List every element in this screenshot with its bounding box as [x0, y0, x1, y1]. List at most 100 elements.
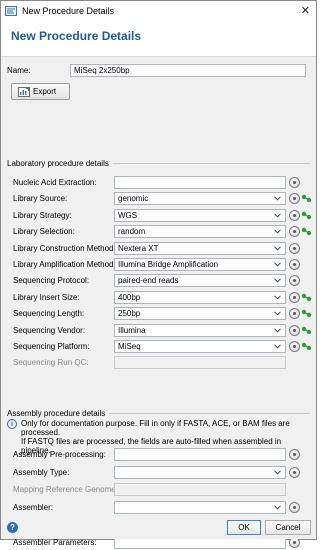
lab-field-value: random [118, 227, 146, 237]
lab-field-value: 250bp [118, 309, 141, 319]
ontology-link-icon[interactable] [301, 210, 312, 221]
title-bar: New Procedure Details ✕ [1, 1, 316, 21]
dot-icon [293, 470, 296, 474]
chevron-down-icon[interactable] [272, 292, 282, 302]
chevron-down-icon[interactable] [272, 276, 282, 286]
ontology-link-icon[interactable] [301, 193, 312, 204]
assembly-field-label: Mapping Reference Genome: [13, 485, 118, 495]
dot-icon [293, 263, 296, 266]
field-action-icon[interactable] [289, 466, 300, 478]
lab-field-dropdown[interactable]: Illumina Bridge Amplification [114, 258, 286, 271]
chevron-down-icon[interactable] [272, 194, 282, 204]
field-action-icon[interactable] [289, 209, 300, 221]
ontology-link-icon[interactable] [301, 226, 312, 237]
field-action-icon[interactable] [289, 177, 300, 188]
assembly-field-dropdown[interactable] [114, 500, 286, 514]
lab-field-value: MiSeq [118, 342, 141, 351]
ontology-link-icon[interactable] [301, 325, 312, 336]
lab-field-dropdown[interactable]: Illumina [114, 323, 286, 337]
dialog-header: New Procedure Details [1, 21, 316, 57]
ontology-link-icon[interactable] [301, 292, 312, 303]
chevron-down-icon[interactable] [272, 502, 282, 512]
lab-field-dropdown[interactable]: WGS [114, 208, 286, 222]
assembly-field-input[interactable] [114, 448, 286, 461]
field-action-icon[interactable] [289, 449, 300, 460]
lab-field-value: WGS [118, 210, 138, 220]
help-icon[interactable]: ? [7, 522, 18, 533]
field-action-icon[interactable] [289, 308, 300, 320]
field-action-icon[interactable] [289, 324, 300, 336]
lab-field-label: Sequencing Protocol: [13, 276, 90, 286]
lab-field-label: Sequencing Length: [13, 309, 85, 319]
field-action-icon[interactable] [289, 193, 300, 205]
lab-field-row: Library Insert Size: 400bp [1, 290, 318, 305]
lab-field-dropdown[interactable]: paired-end reads [114, 274, 286, 288]
page-title: New Procedure Details [11, 29, 142, 43]
field-action-icon[interactable] [289, 242, 300, 254]
name-label: Name: [7, 65, 31, 75]
lab-field-label: Sequencing Run QC: [13, 358, 89, 368]
lab-field-row: Library Construction Method: Nextera XT [1, 241, 318, 256]
chevron-down-icon[interactable] [272, 325, 282, 335]
assembly-field-label: Assembler: [13, 502, 54, 512]
lab-field-dropdown[interactable]: 250bp [114, 307, 286, 321]
dot-icon [293, 181, 296, 184]
dot-icon [293, 197, 296, 201]
lab-field-row: Sequencing Run QC: [1, 356, 318, 370]
assembly-field-label: Assembly Pre-processing: [13, 450, 106, 459]
assembly-field-row: Assembler: [1, 500, 318, 515]
lab-field-value: Illumina [118, 325, 146, 335]
dot-icon [293, 328, 296, 332]
lab-field-value: genomic [118, 194, 149, 204]
chevron-down-icon[interactable] [272, 227, 282, 237]
close-icon[interactable]: ✕ [301, 4, 310, 17]
assembly-field-row: Mapping Reference Genome: [1, 483, 318, 497]
chevron-down-icon[interactable] [272, 260, 282, 270]
dot-icon [293, 295, 296, 299]
lab-section-title: Laboratory procedure details [7, 159, 109, 168]
name-row: Name: MiSeq 2x250bp [7, 63, 310, 77]
chevron-down-icon[interactable] [272, 243, 282, 253]
lab-field-input[interactable] [114, 176, 286, 189]
lab-field-input [114, 356, 286, 370]
ok-button[interactable]: OK [227, 520, 261, 535]
field-action-icon[interactable] [289, 259, 300, 270]
lab-field-row: Library Amplification Method: Illumina Br… [1, 258, 318, 272]
dot-icon [293, 312, 296, 316]
lab-field-label: Library Strategy: [13, 210, 72, 220]
assembly-field-input [114, 483, 286, 497]
lab-field-value: Nextera XT [118, 243, 159, 253]
lab-field-dropdown[interactable]: Nextera XT [114, 241, 286, 255]
ontology-link-icon[interactable] [301, 341, 312, 352]
lab-section-header: Laboratory procedure details [7, 159, 310, 168]
dot-icon [293, 453, 296, 456]
cancel-button[interactable]: Cancel [265, 520, 311, 535]
ontology-link-icon[interactable] [301, 308, 312, 319]
field-action-icon[interactable] [289, 341, 300, 352]
field-action-icon[interactable] [289, 501, 300, 513]
chevron-down-icon[interactable] [272, 342, 282, 352]
field-action-icon[interactable] [289, 226, 300, 238]
lab-field-dropdown[interactable]: genomic [114, 192, 286, 206]
lab-field-dropdown[interactable]: MiSeq [114, 340, 286, 353]
name-input[interactable]: MiSeq 2x250bp [70, 63, 306, 77]
lab-field-row: Sequencing Protocol: paired-end reads [1, 274, 318, 288]
lab-field-value: paired-end reads [118, 276, 179, 286]
dialog-body: Name: MiSeq 2x250bp Export Laboratory pr… [1, 57, 318, 549]
lab-field-label: Library Construction Method: [13, 243, 116, 253]
lab-field-dropdown[interactable]: 400bp [114, 290, 286, 304]
assembly-field-dropdown[interactable] [114, 465, 286, 479]
lab-field-dropdown[interactable]: random [114, 225, 286, 239]
chevron-down-icon[interactable] [272, 467, 282, 477]
chevron-down-icon[interactable] [272, 210, 282, 220]
assembly-field-row: Assembly Pre-processing: [1, 448, 318, 462]
export-button[interactable]: Export [11, 83, 70, 100]
assembly-field-label: Assembly Type: [13, 467, 70, 477]
field-action-icon[interactable] [289, 275, 300, 287]
lab-field-row: Nucleic Acid Extraction: [1, 176, 318, 190]
field-action-icon[interactable] [289, 291, 300, 303]
assembly-section-header: Assembly procedure details [7, 409, 310, 418]
assembly-section-title: Assembly procedure details [7, 409, 106, 418]
dot-icon [293, 213, 296, 217]
chevron-down-icon[interactable] [272, 309, 282, 319]
